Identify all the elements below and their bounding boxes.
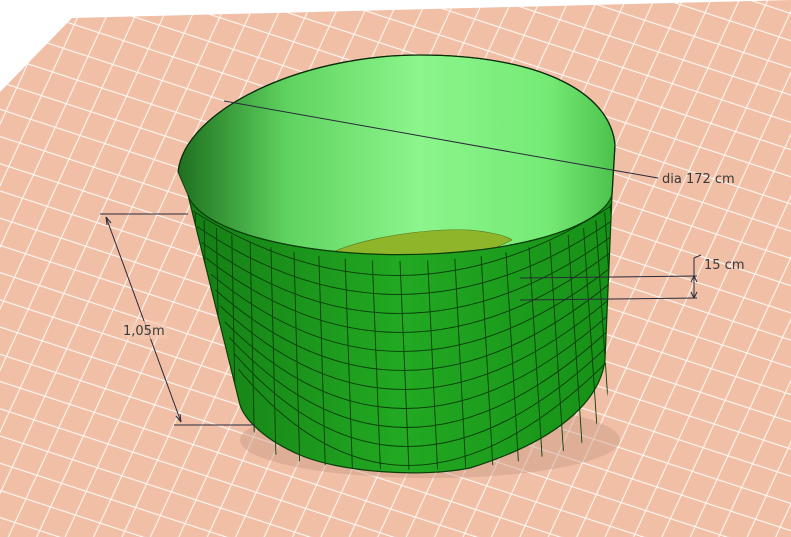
band-label: 15 cm: [704, 258, 745, 273]
tank-scene: dia 172 cm 1,05m 15 cm: [0, 0, 791, 537]
diameter-label: dia 172 cm: [662, 172, 735, 187]
height-label: 1,05m: [123, 324, 165, 339]
